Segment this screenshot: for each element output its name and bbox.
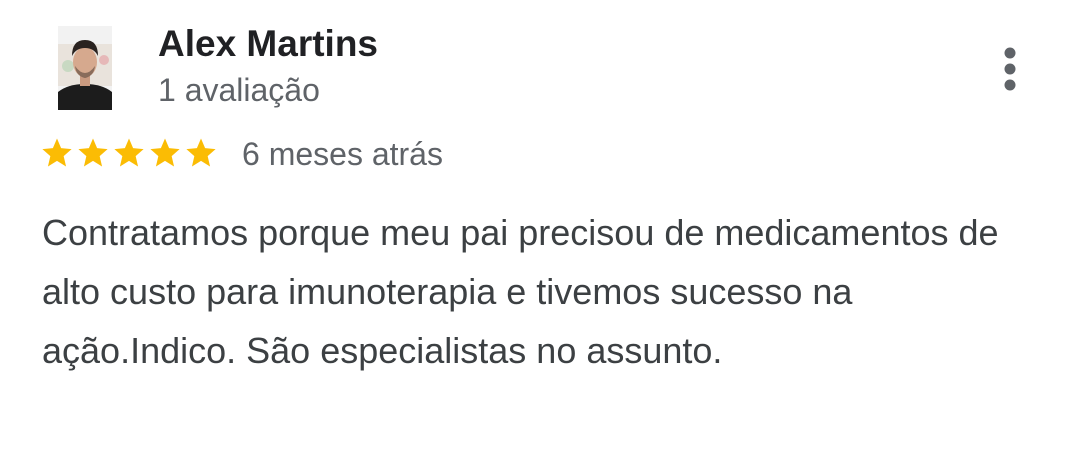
reviewer-name[interactable]: Alex Martins [158, 22, 378, 66]
review-date: 6 meses atrás [242, 136, 443, 172]
star-icon [42, 138, 72, 167]
more-options-button[interactable] [990, 42, 1030, 96]
star-icon [150, 138, 180, 167]
star-icon [114, 138, 144, 167]
more-vert-icon [1004, 47, 1016, 91]
reviewer-review-count: 1 avaliação [158, 72, 320, 108]
review-text: Contratamos porque meu pai precisou de m… [42, 212, 999, 371]
reviewer-avatar[interactable] [58, 26, 112, 110]
rating-stars [40, 136, 218, 172]
star-icon [186, 138, 216, 167]
star-icon [78, 138, 108, 167]
